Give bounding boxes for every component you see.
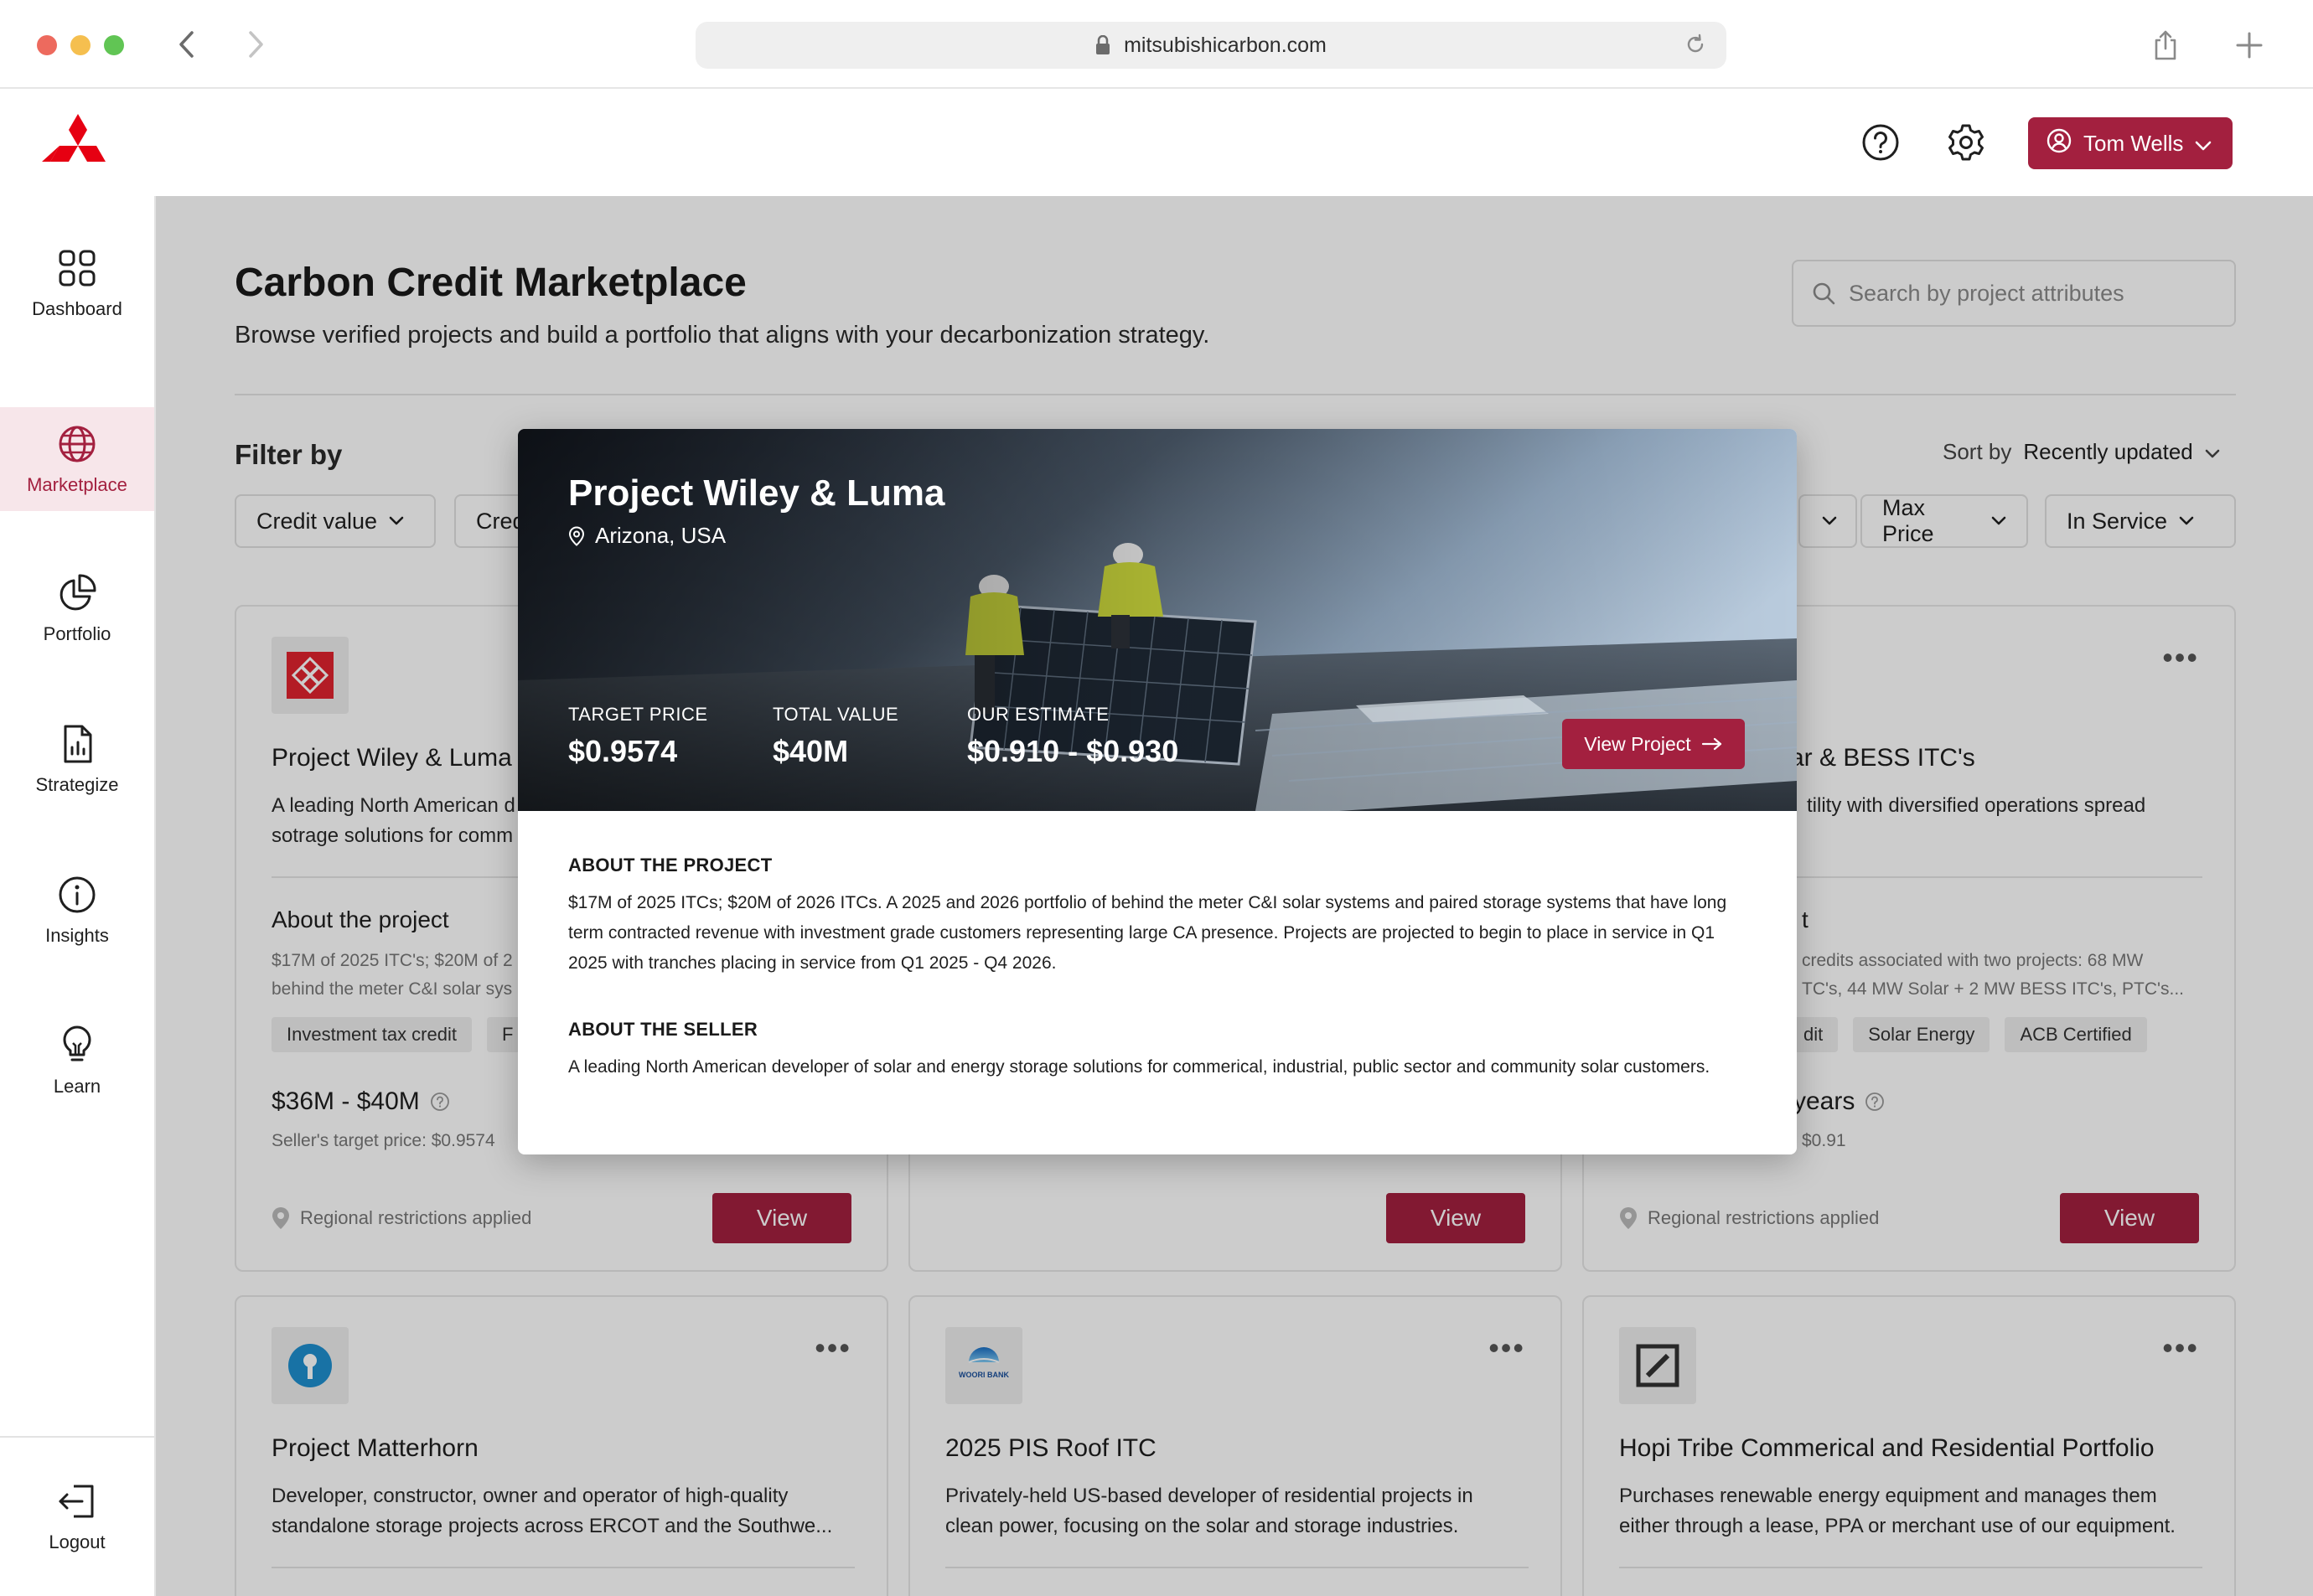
about-project-heading: ABOUT THE PROJECT — [568, 855, 773, 875]
logout-label: Logout — [49, 1531, 106, 1552]
sidebar-item-strategize[interactable]: Strategize — [0, 707, 154, 811]
sidebar-item-insights[interactable]: Insights — [0, 858, 154, 962]
stat-label: OUR ESTIMATE — [967, 704, 1110, 725]
help-icon[interactable] — [1859, 121, 1902, 164]
about-seller-heading: ABOUT THE SELLER — [568, 1019, 758, 1040]
grid-icon — [55, 246, 99, 290]
about-seller-text: A leading North American developer of so… — [568, 1057, 1710, 1077]
user-name: Tom Wells — [2083, 130, 2184, 156]
back-arrow-icon[interactable] — [166, 23, 208, 65]
project-preview-modal: Project Wiley & Luma Arizona, USA TARGET… — [518, 429, 1797, 1154]
close-window-button[interactable] — [37, 35, 57, 55]
lightbulb-icon — [55, 1024, 99, 1067]
stat-value: $40M — [773, 734, 849, 768]
modal-body: ABOUT THE PROJECT $17M of 2025 ITCs; $20… — [568, 855, 1750, 1082]
minimize-window-button[interactable] — [70, 35, 91, 55]
sidebar-item-label: Strategize — [35, 774, 119, 795]
sidebar-item-portfolio[interactable]: Portfolio — [0, 556, 154, 660]
info-icon — [55, 873, 99, 917]
map-pin-icon — [568, 525, 585, 546]
stat-target-price: TARGET PRICE $0.9574 — [568, 704, 708, 769]
plus-icon[interactable] — [2229, 25, 2269, 65]
chevron-down-icon — [2195, 131, 2212, 157]
modal-project-title: Project Wiley & Luma — [568, 473, 945, 514]
browser-toolbar: mitsubishicarbon.com — [0, 0, 2313, 89]
share-icon[interactable] — [2145, 25, 2186, 65]
reload-icon[interactable] — [1684, 34, 1706, 61]
arrow-right-icon — [1701, 737, 1723, 751]
lock-icon — [1095, 35, 1110, 55]
app-header: Tom Wells — [0, 89, 2313, 196]
stat-label: TARGET PRICE — [568, 704, 708, 725]
stat-our-estimate: OUR ESTIMATE $0.910 - $0.930 — [967, 704, 1178, 769]
stat-value: $0.9574 — [568, 734, 678, 768]
project-hero-image: Project Wiley & Luma Arizona, USA TARGET… — [518, 429, 1797, 811]
modal-project-location: Arizona, USA — [568, 523, 726, 549]
url-text: mitsubishicarbon.com — [1124, 33, 1327, 57]
sidebar-item-label: Insights — [45, 925, 109, 946]
sidebar-item-label: Marketplace — [27, 474, 127, 495]
view-project-button[interactable]: View Project — [1562, 719, 1745, 769]
stat-value: $0.910 - $0.930 — [967, 734, 1179, 768]
sidebar-item-dashboard[interactable]: Dashboard — [0, 231, 154, 335]
bar-chart-doc-icon — [55, 722, 99, 766]
zoom-window-button[interactable] — [104, 35, 124, 55]
globe-icon — [55, 422, 99, 466]
stat-label: TOTAL VALUE — [773, 704, 899, 725]
address-bar[interactable]: mitsubishicarbon.com — [696, 22, 1726, 69]
forward-arrow-icon[interactable] — [235, 23, 277, 65]
sidebar-item-label: Learn — [53, 1076, 101, 1097]
sidebar: Dashboard Marketplace Portfolio Strategi… — [0, 196, 156, 1596]
sidebar-item-learn[interactable]: Learn — [0, 1009, 154, 1113]
sidebar-item-label: Portfolio — [43, 623, 111, 644]
stat-total-value: TOTAL VALUE $40M — [773, 704, 898, 769]
logout-button[interactable]: Logout — [0, 1464, 154, 1568]
logout-icon — [55, 1480, 99, 1523]
pie-chart-icon — [55, 571, 99, 615]
gear-icon[interactable] — [1944, 121, 1988, 164]
user-menu-button[interactable]: Tom Wells — [2028, 117, 2233, 169]
location-text: Arizona, USA — [595, 523, 727, 548]
sidebar-item-label: Dashboard — [32, 298, 122, 319]
sidebar-divider — [0, 1436, 154, 1438]
mitsubishi-logo[interactable] — [42, 112, 114, 176]
view-project-label: View Project — [1584, 732, 1691, 755]
user-avatar-icon — [2047, 128, 2072, 159]
sidebar-item-marketplace[interactable]: Marketplace — [0, 407, 154, 511]
about-project-text: $17M of 2025 ITCs; $20M of 2026 ITCs. A … — [568, 893, 1727, 973]
